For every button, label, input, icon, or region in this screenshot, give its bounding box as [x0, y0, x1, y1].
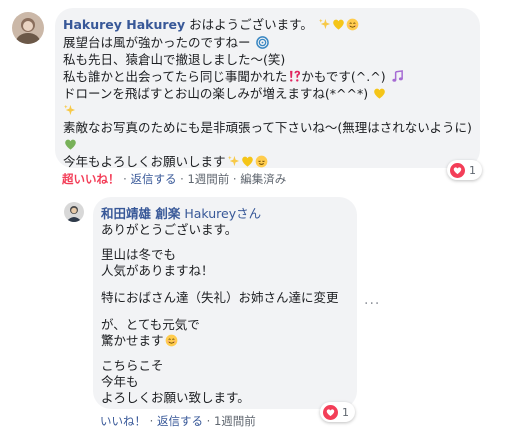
smiling-face-icon — [346, 18, 359, 35]
musical-note-icon — [391, 70, 404, 87]
comment-text-line: 素敵なお写真のためにも是非頑張って下さいね～(無理はされないように) — [63, 119, 473, 155]
reply-text-line: 人気がありますね！ — [101, 262, 214, 279]
reply-text: 特におばさん達（失礼）お姉さん達に変更 — [101, 290, 339, 305]
reply-text-line: が、とても元気で — [101, 316, 200, 333]
comment-text: ドローンを飛ばすとお山の楽しみが増えますね(*^^*) — [63, 86, 369, 101]
yellow-heart-icon — [373, 87, 386, 104]
sparkles-icon — [227, 155, 240, 172]
love-reaction-icon — [450, 162, 465, 178]
timestamp[interactable]: 1週間前 — [187, 171, 229, 187]
comment-text: 素敵なお写真のためにも是非頑張って下さいね～(無理はされないように) — [63, 120, 472, 135]
reaction-link[interactable]: 超いいね！ — [62, 171, 120, 187]
comment-text: 私も誰かと出会ってたら同じ事聞かれた — [63, 69, 288, 84]
reply-author-avatar[interactable] — [64, 202, 84, 222]
reply-text: ありがとうございます。 — [101, 222, 238, 237]
separator: · — [180, 172, 184, 186]
reply-bubble: 和田靖雄 創楽 Hakureyさん ありがとうございます。 里山は冬でも 人気が… — [93, 197, 357, 409]
separator: · — [232, 172, 237, 186]
separator: · — [206, 414, 211, 428]
reaction-count-value: 1 — [342, 405, 349, 419]
yellow-heart-icon — [241, 155, 254, 172]
more-options-icon[interactable]: ··· — [364, 296, 380, 312]
reply-text-line: ありがとうございます。 — [101, 221, 237, 238]
reply-first-line: 和田靖雄 創楽 Hakureyさん — [101, 205, 261, 222]
comment-first-line: Hakurey Hakurey おはようございます。 — [63, 16, 359, 35]
reply-text: が、とても元気で — [101, 317, 200, 332]
smiling-face-icon — [165, 334, 178, 351]
comment-actions: 超いいね！ · 返信する · 1週間前 · 編集済み — [62, 171, 286, 187]
reply-text: こちらこそ — [101, 358, 164, 373]
reply-text: 驚かせます — [101, 333, 164, 348]
comment-author-avatar[interactable] — [12, 12, 44, 44]
comment-author-name[interactable]: Hakurey Hakurey — [63, 17, 185, 32]
mention-link[interactable]: Hakureyさん — [184, 206, 261, 221]
sparkles-icon — [318, 18, 331, 35]
edited-label: 編集済み — [240, 172, 287, 186]
comment-text-line: ドローンを飛ばすとお山の楽しみが増えますね(*^^*) — [63, 85, 386, 104]
reply-text-line: こちらこそ — [101, 357, 164, 374]
reply-text: 人気がありますね！ — [101, 263, 214, 278]
comment-text-line: 今年もよろしくお願いします — [63, 153, 268, 172]
comment-text: 今年もよろしくお願いします — [63, 154, 226, 169]
reaction-count-value: 1 — [469, 163, 476, 177]
timestamp[interactable]: 1週間前 — [214, 413, 256, 429]
reply-text-line: 驚かせます — [101, 332, 178, 351]
reply-text-line: 今年も — [101, 373, 139, 390]
comment-text: かもです(^.^) — [301, 69, 386, 84]
relieved-face-icon — [255, 155, 268, 172]
comment-text-line: 私も先日、猿倉山で撤退しました～(笑) — [63, 51, 285, 68]
reply-link[interactable]: 返信する — [130, 171, 176, 187]
reply-text: よろしくお願い致します。 — [101, 390, 250, 405]
comment-reaction-count[interactable]: 1 — [447, 160, 482, 180]
reply-text: 今年も — [101, 374, 139, 389]
comment-bubble: Hakurey Hakurey おはようございます。 展望台は風が強かったのです… — [55, 8, 480, 169]
comment-text: おはようございます。 — [189, 17, 313, 32]
reply-text-line: 特におばさん達（失礼）お姉さん達に変更 — [101, 289, 339, 306]
comment-text: 展望台は風が強かったのですねー — [63, 35, 251, 50]
comment-text: 私も先日、猿倉山で撤退しました～(笑) — [63, 52, 286, 67]
reply-reaction-count[interactable]: 1 — [320, 402, 355, 422]
reply-text-line: 里山は冬でも — [101, 246, 176, 263]
separator: · — [123, 172, 127, 186]
separator: · — [149, 414, 154, 428]
love-reaction-icon — [323, 404, 338, 420]
like-link[interactable]: いいね！ — [100, 413, 146, 429]
reply-text: 里山は冬でも — [101, 247, 177, 262]
reply-text-line: よろしくお願い致します。 — [101, 389, 250, 406]
reply-link[interactable]: 返信する — [157, 413, 203, 429]
yellow-heart-icon — [332, 18, 345, 35]
reply-actions: いいね！ · 返信する · 1週間前 — [100, 413, 256, 429]
reply-author-name[interactable]: 和田靖雄 創楽 — [101, 206, 180, 221]
